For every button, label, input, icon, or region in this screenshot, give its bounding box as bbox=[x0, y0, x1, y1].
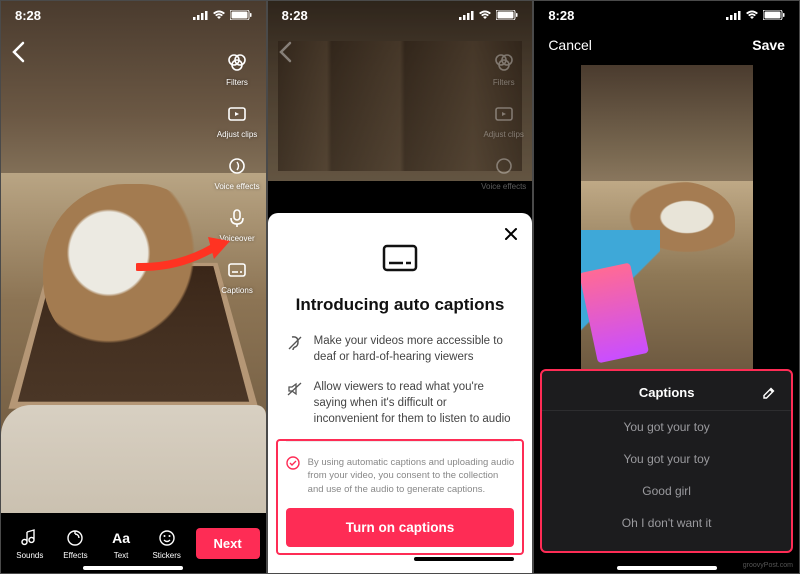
caption-line[interactable]: Good girl bbox=[542, 475, 791, 507]
voice-effects-label: Voice effects bbox=[214, 182, 259, 191]
battery-icon bbox=[763, 10, 785, 20]
captions-panel: Captions You got your toy You got your t… bbox=[540, 369, 793, 553]
voice-effects-tool[interactable]: Voice effects bbox=[214, 153, 259, 191]
save-button[interactable]: Save bbox=[752, 37, 785, 53]
adjust-clips-icon bbox=[491, 101, 517, 127]
status-bar: 8:28 bbox=[268, 1, 533, 29]
editor-header: Cancel Save bbox=[534, 31, 799, 59]
modal-title: Introducing auto captions bbox=[286, 295, 515, 315]
check-circle-icon bbox=[286, 456, 300, 470]
modal-bullet-text: Allow viewers to read what you're saying… bbox=[314, 379, 515, 427]
cancel-button[interactable]: Cancel bbox=[548, 37, 592, 53]
edit-captions-button[interactable] bbox=[761, 385, 777, 404]
sounds-tool[interactable]: Sounds bbox=[7, 527, 53, 560]
signal-icon bbox=[726, 10, 741, 20]
filters-icon bbox=[224, 49, 250, 75]
wifi-icon bbox=[745, 10, 759, 20]
filters-icon bbox=[491, 49, 517, 75]
status-time: 8:28 bbox=[548, 8, 574, 23]
right-toolbar-dimmed: Filters Adjust clips Voice effects bbox=[481, 49, 526, 191]
turn-on-captions-button[interactable]: Turn on captions bbox=[286, 508, 515, 547]
video-couch bbox=[1, 405, 266, 525]
effects-label: Effects bbox=[63, 551, 87, 560]
watermark: groovyPost.com bbox=[743, 562, 793, 569]
back-button[interactable] bbox=[11, 41, 25, 69]
screen-edit-video: 8:28 Filters Adjust clips Voice effects … bbox=[0, 0, 267, 574]
voice-effects-icon bbox=[224, 153, 250, 179]
text-icon: Aa bbox=[110, 527, 132, 549]
adjust-clips-tool: Adjust clips bbox=[481, 101, 526, 139]
effects-icon bbox=[64, 527, 86, 549]
screen-auto-captions-modal: 8:28 Filters Adjust clips Voice effects … bbox=[267, 0, 534, 574]
adjust-clips-label: Adjust clips bbox=[483, 130, 523, 139]
modal-bullet-accessibility: Make your videos more accessible to deaf… bbox=[286, 333, 515, 365]
screen-captions-editor: 8:28 Cancel Save Captions You got your t… bbox=[533, 0, 800, 574]
voice-effects-tool: Voice effects bbox=[481, 153, 526, 191]
modal-bullet-text: Make your videos more accessible to deaf… bbox=[314, 333, 515, 365]
close-button[interactable] bbox=[504, 227, 518, 246]
caption-line[interactable]: You got your toy bbox=[542, 443, 791, 475]
status-time: 8:28 bbox=[282, 8, 308, 23]
adjust-clips-icon bbox=[224, 101, 250, 127]
filters-label: Filters bbox=[493, 78, 515, 87]
wifi-icon bbox=[212, 10, 226, 20]
home-indicator[interactable] bbox=[617, 566, 717, 570]
battery-icon bbox=[230, 10, 252, 20]
captions-panel-title: Captions bbox=[639, 385, 695, 400]
voice-effects-label: Voice effects bbox=[481, 182, 526, 191]
captions-panel-header: Captions bbox=[542, 381, 791, 411]
home-indicator[interactable] bbox=[83, 566, 183, 570]
filters-tool[interactable]: Filters bbox=[214, 49, 259, 87]
filters-label: Filters bbox=[226, 78, 248, 87]
caption-line[interactable]: You got your toy bbox=[542, 411, 791, 443]
speaker-off-icon bbox=[286, 380, 304, 398]
home-indicator[interactable] bbox=[414, 557, 514, 561]
stickers-icon bbox=[156, 527, 178, 549]
status-time: 8:28 bbox=[15, 8, 41, 23]
status-bar: 8:28 bbox=[534, 1, 799, 29]
consent-text: By using automatic captions and uploadin… bbox=[308, 456, 515, 496]
adjust-clips-label: Adjust clips bbox=[217, 130, 257, 139]
status-icons bbox=[459, 10, 518, 20]
text-tool[interactable]: Aa Text bbox=[98, 527, 144, 560]
adjust-clips-tool[interactable]: Adjust clips bbox=[214, 101, 259, 139]
captions-hero-icon bbox=[379, 237, 421, 279]
consent-section: By using automatic captions and uploadin… bbox=[286, 441, 515, 547]
bottom-toolbar: Sounds Effects Aa Text Stickers Next bbox=[1, 513, 266, 573]
annotation-arrow bbox=[136, 233, 234, 278]
voice-effects-icon bbox=[491, 153, 517, 179]
modal-bullet-audio: Allow viewers to read what you're saying… bbox=[286, 379, 515, 427]
caption-line[interactable]: Oh I don't want it bbox=[542, 507, 791, 539]
filters-tool: Filters bbox=[481, 49, 526, 87]
status-bar: 8:28 bbox=[1, 1, 266, 29]
effects-tool[interactable]: Effects bbox=[53, 527, 99, 560]
signal-icon bbox=[193, 10, 208, 20]
sounds-label: Sounds bbox=[16, 551, 43, 560]
sounds-icon bbox=[19, 527, 41, 549]
captions-label: Captions bbox=[221, 286, 253, 295]
stickers-tool[interactable]: Stickers bbox=[144, 527, 190, 560]
back-button[interactable] bbox=[278, 41, 292, 69]
next-button[interactable]: Next bbox=[196, 528, 260, 559]
auto-captions-modal: Introducing auto captions Make your vide… bbox=[268, 213, 533, 573]
status-icons bbox=[726, 10, 785, 20]
video-preview[interactable] bbox=[581, 65, 753, 371]
text-label: Text bbox=[114, 551, 129, 560]
signal-icon bbox=[459, 10, 474, 20]
battery-icon bbox=[496, 10, 518, 20]
status-icons bbox=[193, 10, 252, 20]
wifi-icon bbox=[478, 10, 492, 20]
stickers-label: Stickers bbox=[152, 551, 180, 560]
voiceover-icon bbox=[224, 205, 250, 231]
ear-icon bbox=[286, 334, 304, 352]
